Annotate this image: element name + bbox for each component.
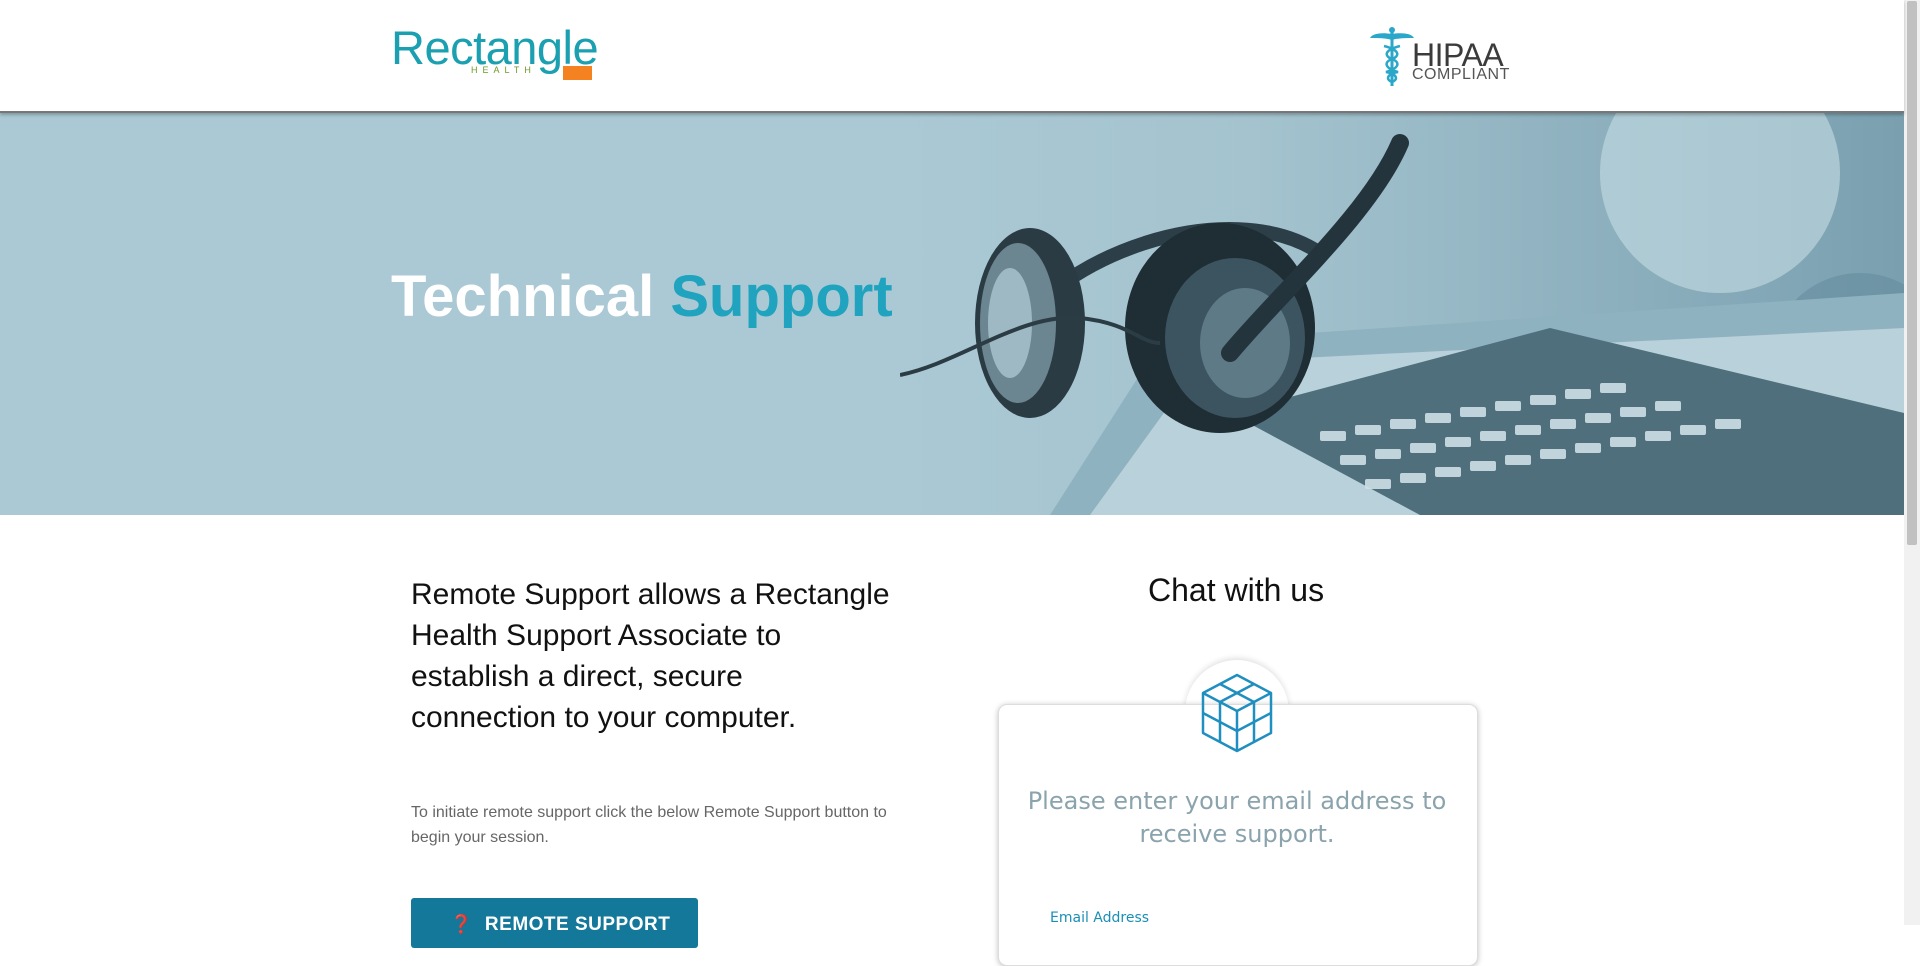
rectangle-health-logo[interactable]: Rectangle HEALTH: [391, 21, 599, 84]
email-field-label: Email Address: [1050, 910, 1150, 926]
hipaa-subtitle: COMPLIANT: [1412, 66, 1510, 83]
chat-title: Chat with us: [1148, 572, 1325, 608]
hipaa-badge: HIPAA COMPLIANT: [1370, 26, 1515, 88]
headset-laptop-image: [900, 113, 1904, 515]
hero-title-main: Technical: [391, 264, 655, 329]
hero-title-accent: Support: [670, 264, 893, 329]
caduceus-icon: [1370, 27, 1414, 86]
hero-title: Technical Support: [391, 263, 893, 330]
remote-support-note: To initiate remote support click the bel…: [411, 804, 887, 846]
logo-health-text: HEALTH: [471, 65, 536, 75]
remote-support-intro: Remote Support allows a Rectangle Health…: [411, 578, 890, 734]
scrollbar-thumb[interactable]: [1907, 1, 1917, 545]
hex-cube-icon: [1201, 673, 1273, 753]
site-header: Rectangle HEALTH HIPAA COMPLIANT: [0, 0, 1904, 113]
remote-support-label: REMOTE SUPPORT: [484, 914, 671, 935]
logo-orange-block: [563, 66, 592, 80]
remote-support-button[interactable]: ❓ REMOTE SUPPORT: [411, 898, 698, 948]
hero-banner: Technical Support: [0, 113, 1904, 515]
chat-prompt: Please enter your email address to recei…: [1027, 787, 1447, 848]
